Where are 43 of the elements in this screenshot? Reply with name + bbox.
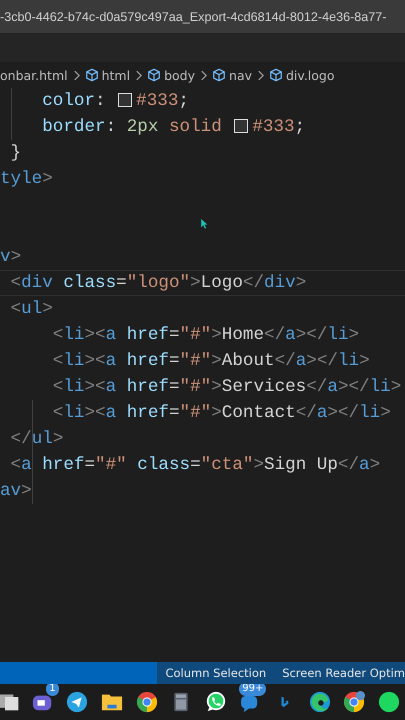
paper-plane-icon[interactable] [66,691,88,713]
round-app-icon[interactable] [378,691,400,713]
wave-circle-icon[interactable] [308,691,331,713]
code-line: <ul> [10,298,54,321]
code-line: </ul> [10,428,64,451]
mouse-pointer-icon [201,219,208,229]
code-text: #333; [136,91,189,111]
code-line: v> [0,246,22,269]
notification-badge: 1 [46,684,59,696]
code-text: #333; [252,117,306,137]
color-wheel-icon[interactable] [136,691,158,713]
cube-icon [212,68,226,82]
window-stack-icon[interactable] [0,692,20,712]
code-line: tyle> [0,168,54,191]
breadcrumb-item[interactable]: onbar.html [0,68,68,82]
breadcrumb-item[interactable]: div.logo [286,68,335,82]
code-line: <li><a href="#">About</a></li> [52,350,371,373]
status-item[interactable]: Screen Reader Optim [274,662,405,684]
window-title: -3cb0-4462-b74c-d0a579c497aa_Export-4cd6814d-8012-4e36-8a77- [0,10,386,24]
phone-bubble-icon[interactable] [204,691,227,713]
breadcrumb-item[interactable]: html [102,68,130,82]
code-line: av> [0,480,33,503]
color-wheel-icon[interactable] [343,691,366,713]
chevron-icon [135,70,142,80]
code-text: border: 2px solid [41,117,223,137]
current-line-highlight: <div class="logo">Logo</div> [0,270,405,296]
chevron-icon [72,70,80,80]
breadcrumb-item[interactable]: body [164,68,196,82]
code-line: <li><a href="#">Contact</a></li> [52,402,392,425]
color-swatch-icon[interactable] [118,93,132,107]
chevron-icon [200,70,208,80]
code-line: <a href="#" class="cta">Sign Up</a> [10,454,382,477]
breadcrumb-item[interactable]: nav [229,68,252,82]
cube-icon [147,68,162,82]
code-line: <li><a href="#">Services</a></li> [52,376,402,399]
cube-icon [269,68,283,82]
color-swatch-icon[interactable] [234,119,248,133]
code-text: color: [41,91,107,111]
code-line: <li><a href="#">Home</a></li> [52,324,360,347]
chevron-icon [257,70,264,80]
cube-icon [84,68,99,82]
code-line: } [10,142,22,165]
status-item[interactable]: Column Selection [157,662,274,684]
